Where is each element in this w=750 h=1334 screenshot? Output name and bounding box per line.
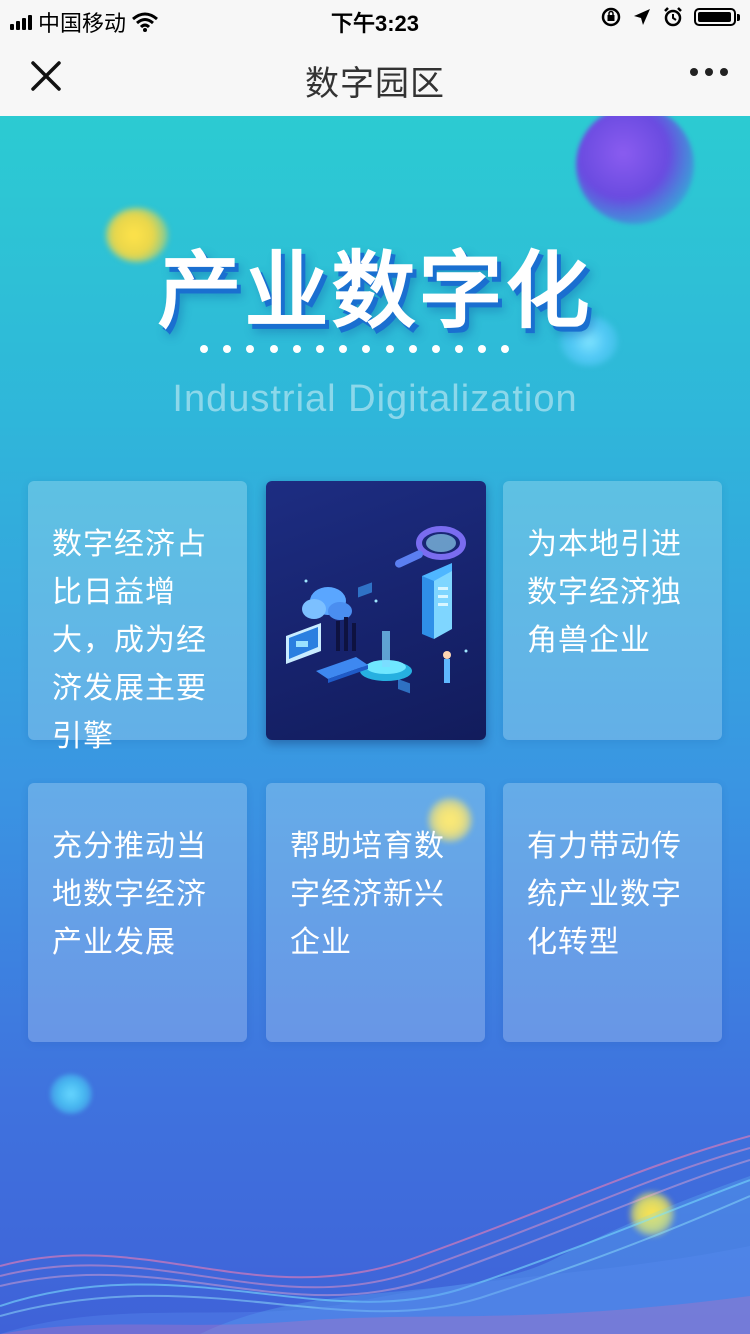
feature-card: 有力带动传统产业数字化转型 [503, 783, 722, 1042]
banner-headline: 产业数字化 [157, 242, 593, 340]
feature-card-text: 充分推动当地数字经济产业发展 [52, 829, 207, 960]
location-icon [634, 9, 650, 25]
feature-card: 充分推动当地数字经济产业发展 [28, 783, 247, 1042]
more-icon-dot [690, 68, 698, 76]
battery-icon [694, 8, 740, 26]
feature-card: 为本地引进数字经济独角兽企业 [503, 481, 722, 740]
feature-card-text: 为本地引进数字经济独角兽企业 [527, 527, 682, 658]
feature-card-text: 有力带动传统产业数字化转型 [527, 829, 682, 960]
more-icon-dot [720, 68, 728, 76]
status-bar: 中国移动 下午3:23 [0, 0, 750, 40]
decorative-orb [576, 116, 694, 224]
decorative-waves [0, 1135, 750, 1334]
nav-bar: 数字园区 [0, 40, 750, 117]
alarm-icon [664, 7, 682, 27]
banner: 产业数字化 Industrial Digitalization 数字经济占比日益… [0, 116, 750, 1334]
more-icon-dot [705, 68, 713, 76]
feature-card: 数字经济占比日益增大，成为经济发展主要引擎 [28, 481, 247, 754]
status-right [600, 6, 740, 28]
feature-card-text: 数字经济占比日益增大，成为经济发展主要引擎 [52, 527, 207, 754]
feature-card: 帮助培育数字经济新兴企业 [266, 783, 485, 1042]
more-button[interactable] [690, 68, 728, 76]
dotted-divider [200, 345, 510, 353]
illustration-card [266, 481, 486, 740]
lock-rotation-icon [601, 7, 621, 27]
page-title: 数字园区 [305, 64, 445, 104]
banner-subheading: Industrial Digitalization [172, 378, 578, 420]
feature-card-text: 帮助培育数字经济新兴企业 [290, 829, 445, 960]
digital-city-illustration [286, 526, 468, 694]
